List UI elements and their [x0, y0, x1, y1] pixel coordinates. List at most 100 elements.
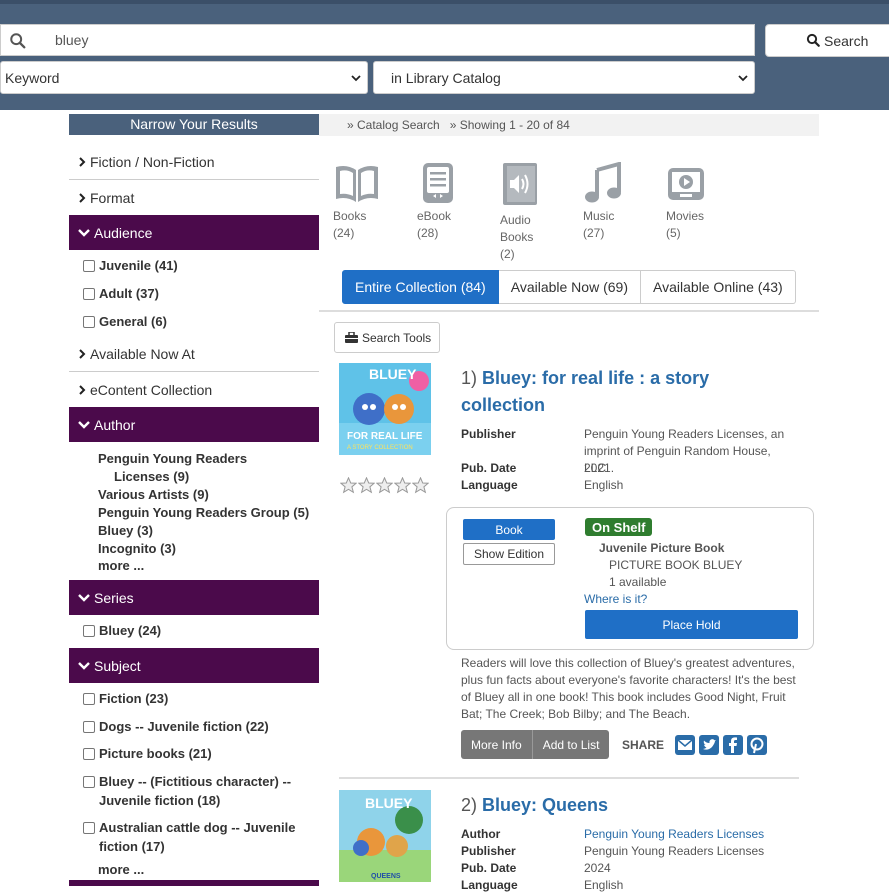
checkbox[interactable]: [83, 625, 95, 637]
subject-option-cont[interactable]: Juvenile fiction (18): [69, 793, 319, 820]
call-number: PICTURE BOOK BLUEY: [609, 558, 743, 572]
facet-available-label: Available Now At: [90, 346, 195, 362]
cover-subtitle-2: A STORY COLLECTION: [347, 445, 413, 451]
subject-option[interactable]: Bluey -- (Fictitious character) --: [69, 774, 319, 793]
result-description: Readers will love this collection of Blu…: [461, 656, 796, 721]
author-more-link[interactable]: more ...: [69, 558, 319, 580]
facet-series-label: Series: [94, 589, 134, 606]
checkbox[interactable]: [83, 288, 95, 300]
search-button[interactable]: Search: [765, 24, 889, 57]
audience-option-adult[interactable]: Adult (37): [69, 286, 319, 314]
author-label: Penguin Young Readers Group (5): [98, 505, 310, 520]
facebook-icon[interactable]: [723, 735, 743, 755]
chevron-down-icon: [78, 420, 90, 429]
tab-available-now[interactable]: Available Now (69): [498, 270, 641, 304]
result-separator: [339, 777, 799, 779]
author-option[interactable]: Bluey (3): [69, 522, 319, 540]
star-icon[interactable]: [412, 477, 429, 494]
star-icon[interactable]: [340, 477, 357, 494]
chevron-down-icon: [738, 75, 748, 82]
author-label: Penguin Young Readers: [98, 451, 248, 466]
subject-option[interactable]: Australian cattle dog -- Juvenile: [69, 820, 319, 839]
checkbox[interactable]: [83, 693, 95, 705]
format-movies[interactable]: Movies (5): [666, 162, 736, 242]
checkbox[interactable]: [83, 748, 95, 760]
format-books[interactable]: Books (24): [333, 162, 403, 242]
format-ebook[interactable]: eBook (28): [417, 162, 487, 242]
author-option[interactable]: Penguin Young Readers Group (5): [69, 504, 319, 522]
subject-more-link[interactable]: more ...: [69, 862, 319, 880]
result-title-line1[interactable]: Bluey: for real life : a story: [482, 368, 709, 388]
add-to-list-button[interactable]: Add to List: [532, 730, 610, 759]
pinterest-icon[interactable]: [747, 735, 767, 755]
facet-fiction-nonfiction[interactable]: Fiction / Non-Fiction: [69, 145, 319, 180]
more-info-button[interactable]: More Info: [461, 730, 533, 759]
tab-available-online[interactable]: Available Online (43): [640, 270, 796, 304]
result-title[interactable]: 2) Bluey: Queens: [461, 792, 608, 819]
subject-option[interactable]: Picture books (21): [69, 746, 319, 774]
search-scope-value: in Library Catalog: [391, 69, 501, 86]
book-format-button[interactable]: Book: [463, 519, 555, 540]
star-icon[interactable]: [376, 477, 393, 494]
author-option-cont[interactable]: Licenses (9): [69, 468, 319, 486]
result-number: 1): [461, 368, 478, 388]
format-audiobooks[interactable]: Audio Books (2): [500, 162, 570, 263]
audience-option-general[interactable]: General (6): [69, 314, 319, 337]
cover-image[interactable]: BLUEY FOR REAL LIFE A STORY COLLECTION: [339, 363, 431, 455]
result-title-line2[interactable]: collection: [461, 392, 545, 419]
checkbox[interactable]: [83, 316, 95, 328]
twitter-icon[interactable]: [699, 735, 719, 755]
search-tools-button[interactable]: Search Tools: [334, 322, 440, 353]
author-option[interactable]: Penguin Young Readers: [69, 450, 319, 468]
tab-entire-collection[interactable]: Entire Collection (84): [342, 270, 499, 304]
search-type-select[interactable]: Keyword: [0, 61, 368, 94]
result-title-line1[interactable]: Bluey: Queens: [482, 795, 608, 815]
facet-audience-header[interactable]: Audience: [69, 215, 319, 250]
facet-format[interactable]: Format: [69, 180, 319, 215]
narrow-results-title: Narrow Your Results: [69, 114, 319, 135]
audience-option-juvenile[interactable]: Juvenile (41): [69, 258, 319, 286]
checkbox[interactable]: [83, 260, 95, 272]
email-icon[interactable]: [675, 735, 695, 755]
chevron-down-icon: [351, 75, 361, 82]
place-hold-button[interactable]: Place Hold: [585, 610, 798, 639]
facet-subject-header[interactable]: Subject: [69, 648, 319, 683]
search-input[interactable]: [45, 25, 745, 55]
format-music[interactable]: Music (27): [583, 162, 653, 242]
checkbox[interactable]: [83, 822, 95, 834]
share-label: SHARE: [622, 738, 665, 752]
checkbox[interactable]: [83, 721, 95, 733]
meta-value: 2021.: [584, 461, 615, 475]
subject-option[interactable]: Fiction (23): [69, 691, 319, 719]
author-option[interactable]: Incognito (3): [69, 540, 319, 558]
where-is-it-link[interactable]: Where is it?: [584, 592, 647, 606]
book-icon: [336, 166, 378, 202]
breadcrumb-showing: » Showing 1 - 20 of 84: [449, 118, 570, 132]
publisher-line1: Penguin Young Readers Licenses, an: [584, 427, 785, 441]
format-label: Music: [583, 209, 615, 223]
facet-author-header[interactable]: Author: [69, 407, 319, 442]
meta-label: Language: [461, 478, 518, 492]
facet-author-label: Author: [94, 416, 136, 433]
checkbox[interactable]: [83, 776, 95, 788]
subject-option-cont[interactable]: fiction (17): [69, 839, 319, 862]
author-option[interactable]: Various Artists (9): [69, 486, 319, 504]
facet-econtent[interactable]: eContent Collection: [69, 372, 319, 407]
show-edition-button[interactable]: Show Edition: [463, 543, 555, 565]
option-label: Adult (37): [99, 286, 159, 301]
star-rating[interactable]: [340, 477, 430, 494]
star-icon[interactable]: [394, 477, 411, 494]
star-icon[interactable]: [358, 477, 375, 494]
facet-audience-label: Audience: [94, 224, 153, 241]
facet-series-header[interactable]: Series: [69, 580, 319, 615]
meta-label: Language: [461, 878, 518, 892]
cover-image[interactable]: BLUEY QUEENS: [339, 790, 431, 882]
facet-available-now[interactable]: Available Now At: [69, 337, 319, 372]
result-title[interactable]: 1) Bluey: for real life : a story: [461, 365, 709, 392]
series-option-bluey[interactable]: Bluey (24): [69, 623, 319, 648]
meta-value-author-link[interactable]: Penguin Young Readers Licenses: [584, 826, 794, 843]
search-field[interactable]: [0, 24, 755, 56]
subject-option[interactable]: Dogs -- Juvenile fiction (22): [69, 719, 319, 746]
search-scope-select[interactable]: in Library Catalog: [373, 61, 755, 94]
breadcrumb-catalog-search[interactable]: » Catalog Search: [347, 118, 440, 132]
